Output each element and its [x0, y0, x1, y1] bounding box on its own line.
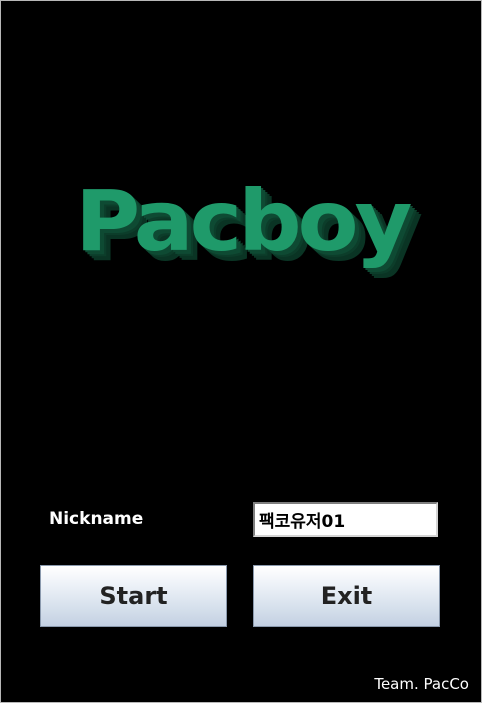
exit-button[interactable]: Exit	[253, 565, 440, 627]
start-button[interactable]: Start	[40, 565, 227, 627]
nickname-label: Nickname	[49, 509, 144, 529]
game-window: Pacboy Nickname Start Exit Team. PacCo	[0, 0, 482, 703]
nickname-input[interactable]	[253, 502, 438, 537]
pacboy-logo: Pacboy	[75, 172, 412, 270]
team-credit: Team. PacCo	[374, 675, 469, 693]
